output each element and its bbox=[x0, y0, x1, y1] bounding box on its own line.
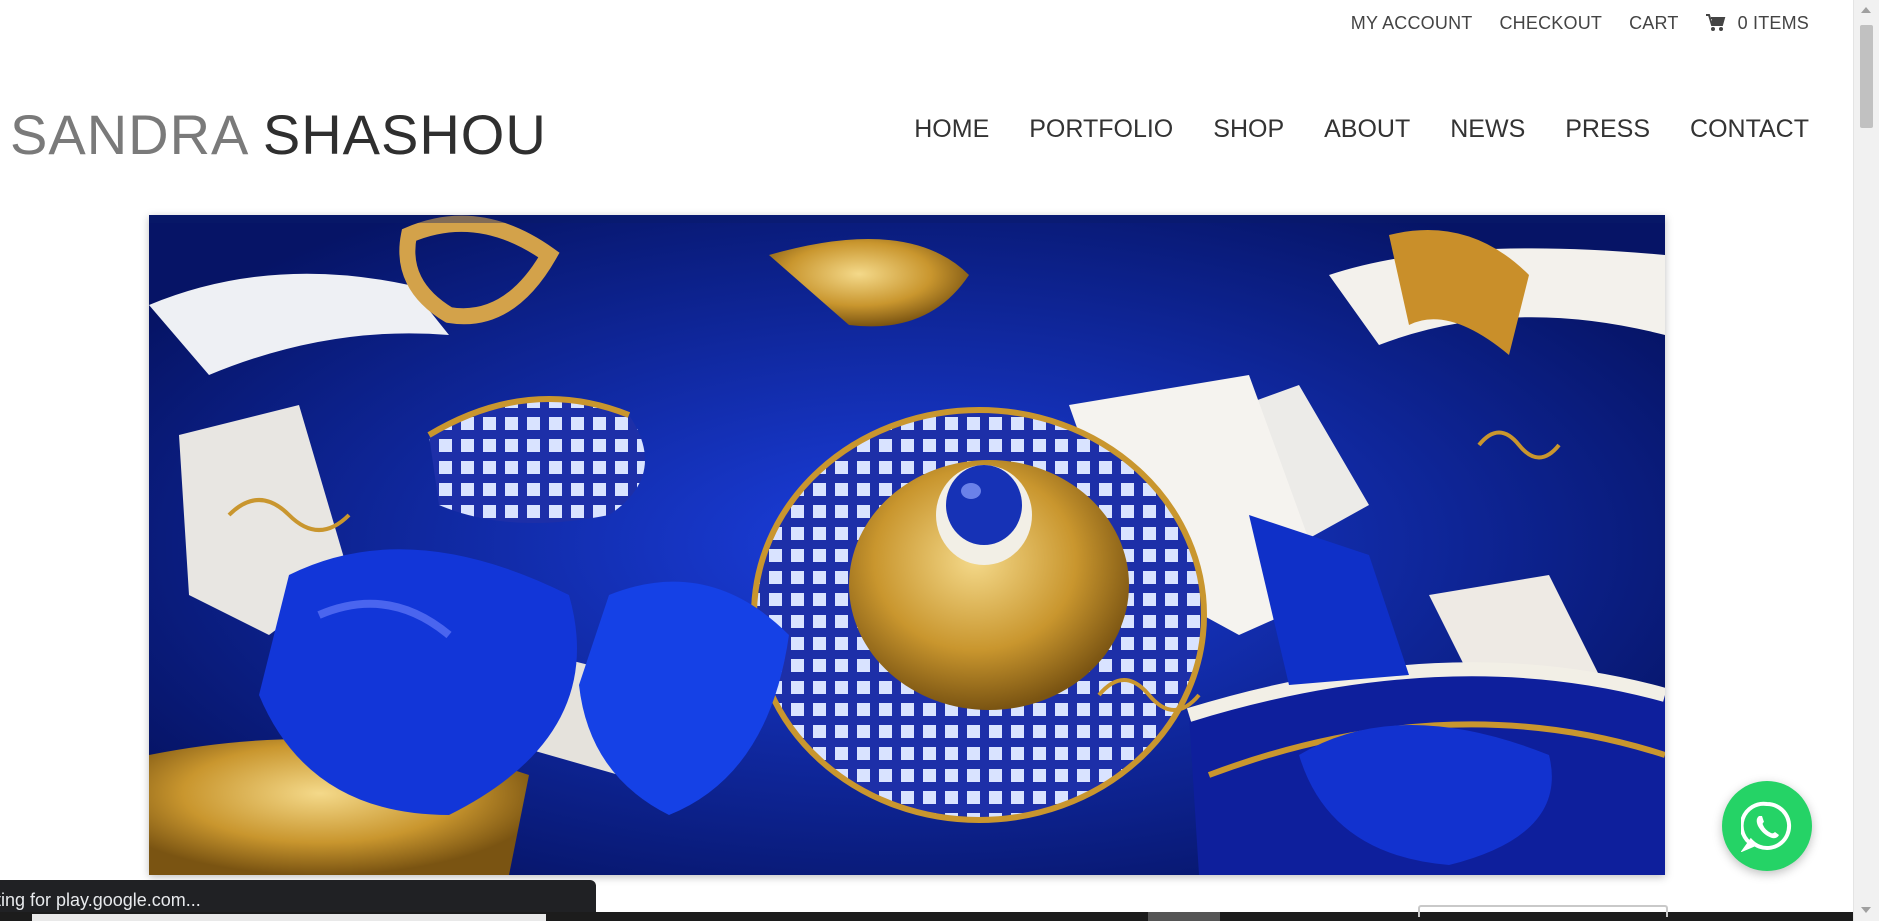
main-nav: HOME PORTFOLIO SHOP ABOUT NEWS PRESS CON… bbox=[914, 107, 1809, 151]
broken-porcelain-illustration bbox=[149, 215, 1665, 875]
site-logo[interactable]: SANDRA SHASHOU bbox=[10, 100, 547, 170]
partial-box-edge bbox=[1418, 905, 1668, 917]
logo-first-name: SANDRA bbox=[10, 103, 247, 166]
scroll-thumb[interactable] bbox=[1860, 25, 1873, 128]
top-bar: MY ACCOUNT CHECKOUT CART 0 ITEMS bbox=[1351, 0, 1809, 46]
cart-items-link[interactable]: 0 ITEMS bbox=[1705, 12, 1809, 34]
logo-last-name: SHASHOU bbox=[262, 103, 547, 166]
vertical-scrollbar[interactable] bbox=[1853, 0, 1879, 921]
whatsapp-icon bbox=[1741, 801, 1792, 852]
my-account-link[interactable]: MY ACCOUNT bbox=[1351, 13, 1473, 34]
nav-contact[interactable]: CONTACT bbox=[1690, 107, 1809, 151]
cart-items-count: 0 ITEMS bbox=[1737, 12, 1809, 33]
checkout-link[interactable]: CHECKOUT bbox=[1499, 13, 1602, 34]
hero-image bbox=[149, 215, 1665, 875]
horizontal-scroll-thumb[interactable] bbox=[1148, 912, 1220, 921]
nav-portfolio[interactable]: PORTFOLIO bbox=[1029, 107, 1173, 151]
bottom-panel-edge bbox=[32, 914, 546, 921]
cart-icon bbox=[1705, 14, 1725, 31]
cart-link[interactable]: CART bbox=[1629, 13, 1678, 34]
nav-press[interactable]: PRESS bbox=[1565, 107, 1650, 151]
nav-about[interactable]: ABOUT bbox=[1324, 107, 1410, 151]
nav-home[interactable]: HOME bbox=[914, 107, 989, 151]
status-text: ting for play.google.com... bbox=[0, 890, 201, 910]
scroll-up-arrow-icon[interactable] bbox=[1861, 7, 1871, 13]
nav-news[interactable]: NEWS bbox=[1450, 107, 1525, 151]
scroll-down-arrow-icon[interactable] bbox=[1861, 907, 1871, 913]
nav-shop[interactable]: SHOP bbox=[1213, 107, 1284, 151]
whatsapp-button[interactable] bbox=[1722, 781, 1812, 871]
